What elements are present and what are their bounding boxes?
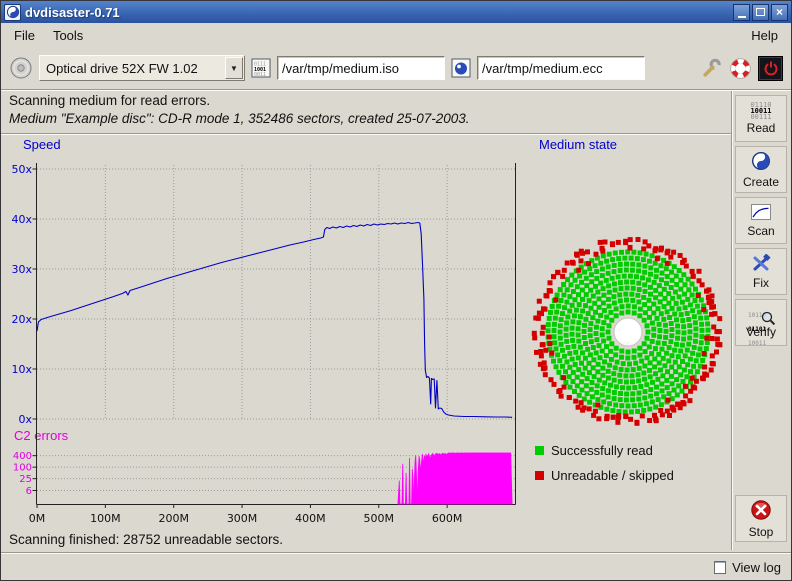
svg-text:10x: 10x <box>11 363 32 376</box>
legend-green-swatch <box>535 446 544 455</box>
medium-state-title: Medium state <box>539 137 617 152</box>
svg-text:100: 100 <box>13 463 32 474</box>
svg-text:0011: 0011 <box>254 72 266 78</box>
svg-text:400: 400 <box>13 451 32 462</box>
legend-read-label: Successfully read <box>551 443 653 458</box>
speed-chart-title: Speed <box>23 137 61 152</box>
sidebar-divider <box>731 91 733 550</box>
medium-info: Medium "Example disc": CD-R mode 1, 3524… <box>9 111 470 126</box>
svg-text:400M: 400M <box>295 512 326 525</box>
maximize-button[interactable] <box>752 4 769 21</box>
yin-yang-icon <box>751 151 771 174</box>
dvdisaster-window: dvdisaster-0.71 × File Tools Help Optica… <box>0 0 792 581</box>
app-icon <box>4 4 21 21</box>
legend-unreadable-label: Unreadable / skipped <box>551 468 674 483</box>
window-title: dvdisaster-0.71 <box>25 5 120 20</box>
drive-selector-value: Optical drive 52X FW 1.02 <box>40 61 225 76</box>
window-controls: × <box>733 4 788 21</box>
legend-unreadable: Unreadable / skipped <box>535 468 674 483</box>
scan-result-status: Scanning finished: 28752 unreadable sect… <box>9 532 283 547</box>
toolbar: Optical drive 52X FW 1.02 ▼ 0111 1001 00… <box>1 47 791 89</box>
svg-text:25: 25 <box>19 474 32 485</box>
close-button[interactable]: × <box>771 4 788 21</box>
fix-button-label: Fix <box>753 276 769 290</box>
svg-text:500M: 500M <box>364 512 395 525</box>
verify-magnifier-icon: 101100110110011 <box>748 306 774 324</box>
verify-button[interactable]: 101100110110011 Verify <box>735 299 787 346</box>
bottombar: View log <box>1 554 791 580</box>
maximize-icon <box>756 8 765 16</box>
svg-text:50x: 50x <box>11 163 32 176</box>
minimize-icon <box>738 16 746 18</box>
read-button[interactable]: 011101001100111 Read <box>735 95 787 142</box>
svg-text:6: 6 <box>26 486 32 497</box>
toolbar-divider <box>1 89 791 91</box>
scan-button[interactable]: Scan <box>735 197 787 244</box>
svg-text:40x: 40x <box>11 213 32 226</box>
create-button-label: Create <box>743 175 779 189</box>
ecc-path-input[interactable] <box>477 56 645 80</box>
legend-read: Successfully read <box>535 443 653 458</box>
stop-button-label: Stop <box>749 525 774 539</box>
headline-divider <box>1 133 731 135</box>
svg-text:20x: 20x <box>11 313 32 326</box>
scan-button-label: Scan <box>747 224 774 238</box>
help-lifebelt-icon[interactable] <box>729 57 752 80</box>
view-log-button[interactable]: View log <box>732 560 781 575</box>
drive-icon[interactable] <box>9 56 33 80</box>
speed-and-c2-chart: 0x 10x 20x 30x 40x 50x 400100256 0M 100M 200M 300M… <box>1 151 521 533</box>
drive-selector[interactable]: Optical drive 52X FW 1.02 ▼ <box>39 55 245 81</box>
iso-path-input[interactable] <box>277 56 445 80</box>
read-button-label: Read <box>747 121 776 135</box>
quit-power-button[interactable] <box>758 56 783 81</box>
view-log-icon <box>714 561 726 574</box>
svg-text:30x: 30x <box>11 263 32 276</box>
status-headline: Scanning medium for read errors. <box>9 93 210 108</box>
medium-state-disc <box>525 229 731 435</box>
stop-button[interactable]: Stop <box>735 495 787 542</box>
scan-graph-icon <box>751 204 771 223</box>
preferences-wrench-icon[interactable] <box>700 57 723 80</box>
titlebar: dvdisaster-0.71 × <box>1 1 791 23</box>
svg-text:0M: 0M <box>29 512 46 525</box>
menu-tools[interactable]: Tools <box>44 25 92 46</box>
stop-icon <box>750 499 772 524</box>
minimize-button[interactable] <box>733 4 750 21</box>
binary-read-icon: 011101001100111 <box>750 102 771 120</box>
svg-text:200M: 200M <box>158 512 189 525</box>
menu-file[interactable]: File <box>5 25 44 46</box>
svg-text:100M: 100M <box>90 512 121 525</box>
legend-red-swatch <box>535 471 544 480</box>
svg-text:600M: 600M <box>432 512 463 525</box>
create-button[interactable]: Create <box>735 146 787 193</box>
ecc-file-icon <box>451 58 471 78</box>
menubar: File Tools Help <box>1 23 791 47</box>
fix-tools-icon <box>751 254 771 275</box>
svg-text:0x: 0x <box>18 413 32 426</box>
chevron-down-icon: ▼ <box>225 57 243 79</box>
svg-text:300M: 300M <box>227 512 258 525</box>
iso-file-icon: 0111 1001 0011 <box>251 58 271 78</box>
fix-button[interactable]: Fix <box>735 248 787 295</box>
menu-help[interactable]: Help <box>742 25 787 46</box>
